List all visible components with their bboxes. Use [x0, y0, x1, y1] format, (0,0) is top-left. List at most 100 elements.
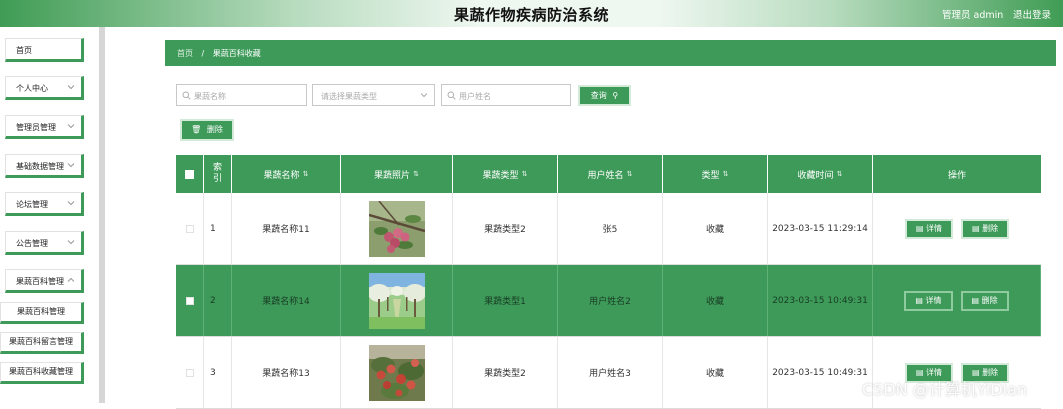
col-kind[interactable]: 类型 ⇅	[663, 155, 768, 193]
row-index: 1	[204, 193, 232, 264]
breadcrumb-current: 果蔬百科收藏	[212, 49, 261, 58]
search-icon: ⚲	[612, 91, 619, 100]
chevron-down-icon	[67, 83, 75, 91]
row-user: 用户姓名2	[558, 265, 663, 336]
sidebar-subitem-favorites[interactable]: 果蔬百科收藏管理	[0, 362, 84, 384]
trash-icon: ▤	[972, 223, 980, 233]
sidebar-item-label: 论坛管理	[16, 200, 48, 209]
row-time: 2023-03-15 11:29:14	[768, 193, 873, 264]
detail-button[interactable]: ▤ 详情	[904, 218, 953, 239]
chevron-down-icon	[67, 199, 75, 207]
chevron-down-icon	[420, 91, 428, 101]
row-name: 果蔬名称11	[232, 193, 341, 264]
delete-button[interactable]: ▤ 删除	[961, 218, 1010, 239]
user-search-placeholder: 用户姓名	[459, 92, 491, 101]
row-kind: 收藏	[663, 265, 768, 336]
row-actions: ▤ 详情 ▤ 删除	[873, 193, 1041, 264]
batch-delete-label: 删除	[206, 125, 223, 134]
type-select-placeholder: 请选择果蔬类型	[321, 92, 377, 101]
sidebar-item-encyclopedia[interactable]: 果蔬百科管理	[5, 269, 84, 293]
fruit-photo	[368, 344, 425, 401]
sidebar-item-home[interactable]: 首页	[5, 38, 84, 62]
top-header: 果蔬作物疾病防治系统 管理员 admin 退出登录	[0, 0, 1063, 27]
row-time: 2023-03-15 10:49:31	[768, 265, 873, 336]
type-select[interactable]: 请选择果蔬类型	[312, 84, 435, 106]
row-name: 果蔬名称13	[232, 337, 341, 408]
row-user: 张5	[558, 193, 663, 264]
breadcrumb-home[interactable]: 首页	[177, 49, 193, 58]
row-type: 果蔬类型2	[453, 337, 558, 408]
chevron-down-icon	[67, 122, 75, 130]
row-kind: 收藏	[663, 337, 768, 408]
chevron-down-icon	[67, 238, 75, 246]
row-photo-cell	[341, 265, 453, 336]
sort-icon[interactable]: ⇅	[413, 170, 419, 178]
row-user: 用户姓名3	[558, 337, 663, 408]
col-name[interactable]: 果蔬名称 ⇅	[232, 155, 341, 193]
fruit-photo	[368, 200, 425, 257]
row-kind: 收藏	[663, 193, 768, 264]
col-index: 索引	[204, 155, 232, 193]
sidebar-item-forum[interactable]: 论坛管理	[5, 192, 84, 216]
user-search-input[interactable]: 用户姓名	[441, 84, 571, 106]
sidebar-subitem-encyclopedia[interactable]: 果蔬百科管理	[0, 302, 84, 324]
current-user: 管理员 admin	[942, 10, 1004, 21]
col-actions: 操作	[947, 170, 966, 181]
trash-icon: 🗑︎	[191, 125, 202, 134]
col-type[interactable]: 果蔬类型 ⇅	[453, 155, 558, 193]
sidebar-item-label: 个人中心	[16, 84, 48, 93]
sort-icon[interactable]: ⇅	[522, 170, 528, 178]
row-photo-cell	[341, 337, 453, 408]
row-type: 果蔬类型1	[453, 265, 558, 336]
sort-icon[interactable]: ⇅	[837, 170, 843, 178]
sidebar-item-admin[interactable]: 管理员管理	[5, 115, 84, 139]
sidebar-item-basedata[interactable]: 基础数据管理	[5, 154, 84, 178]
col-photo[interactable]: 果蔬照片 ⇅	[341, 155, 453, 193]
table-row: 1 果蔬名称11 果蔬类型2 张5 收藏 2023-03-15 11:29:14	[176, 193, 1041, 265]
doc-icon: ▤	[915, 295, 923, 305]
batch-delete-button[interactable]: 🗑︎ 删除	[180, 119, 234, 141]
sidebar-item-label: 管理员管理	[16, 123, 56, 132]
logout-link[interactable]: 退出登录	[1013, 7, 1051, 21]
row-name: 果蔬名称14	[232, 265, 341, 336]
row-index: 3	[204, 337, 232, 408]
name-search-placeholder: 果蔬名称	[194, 92, 226, 101]
sidebar-item-profile[interactable]: 个人中心	[5, 76, 84, 100]
col-time[interactable]: 收藏时间 ⇅	[768, 155, 873, 193]
table-header: 索引 果蔬名称 ⇅ 果蔬照片 ⇅ 果蔬类型 ⇅ 用户姓名 ⇅ 类型 ⇅ 收藏时间 ⇅ 操作	[176, 155, 1041, 193]
csdn-watermark: CSDN @计算机YiDian	[862, 380, 1028, 399]
sidebar-item-label: 公告管理	[16, 239, 48, 248]
name-search-input[interactable]: 果蔬名称	[176, 84, 307, 106]
table-row: 2 果蔬名称14 果蔬类型1 用户姓名2 收藏 2023-03-15 10:49…	[176, 265, 1041, 337]
row-checkbox[interactable]	[185, 224, 194, 233]
detail-button[interactable]: ▤ 详情	[904, 290, 953, 311]
fruit-photo	[368, 272, 425, 329]
sort-icon[interactable]: ⇅	[627, 170, 633, 178]
sidebar-item-notice[interactable]: 公告管理	[5, 231, 84, 255]
query-button-label: 查询	[590, 91, 607, 100]
row-checkbox[interactable]	[185, 296, 194, 305]
sidebar-subitem-messages[interactable]: 果蔬百科留言管理	[0, 332, 84, 354]
sidebar: 首页 个人中心 管理员管理 基础数据管理 论坛管理 公告管理 果蔬百科管理 果蔬…	[0, 27, 105, 403]
doc-icon: ▤	[915, 223, 924, 233]
search-icon	[447, 91, 456, 100]
select-all-cell	[176, 155, 204, 193]
sidebar-item-label: 果蔬百科管理	[16, 277, 64, 286]
row-type: 果蔬类型2	[453, 193, 558, 264]
col-user[interactable]: 用户姓名 ⇅	[558, 155, 663, 193]
select-all-checkbox[interactable]	[185, 169, 194, 179]
row-time: 2023-03-15 10:49:31	[768, 337, 873, 408]
sidebar-item-label: 基础数据管理	[16, 162, 64, 171]
favorites-table: 索引 果蔬名称 ⇅ 果蔬照片 ⇅ 果蔬类型 ⇅ 用户姓名 ⇅ 类型 ⇅ 收藏时间 ⇅ 操作 …	[176, 155, 1041, 409]
row-index: 2	[204, 265, 232, 336]
breadcrumb-separator: /	[201, 49, 205, 58]
chevron-down-icon	[67, 161, 75, 169]
search-icon	[182, 91, 191, 100]
row-checkbox[interactable]	[185, 368, 194, 377]
delete-button[interactable]: ▤ 删除	[960, 290, 1009, 311]
sort-icon[interactable]: ⇅	[303, 170, 309, 178]
sort-icon[interactable]: ⇅	[723, 170, 729, 178]
sidebar-item-label: 首页	[16, 46, 32, 55]
query-button[interactable]: 查询 ⚲	[578, 85, 631, 106]
app-title: 果蔬作物疾病防治系统	[453, 6, 609, 24]
